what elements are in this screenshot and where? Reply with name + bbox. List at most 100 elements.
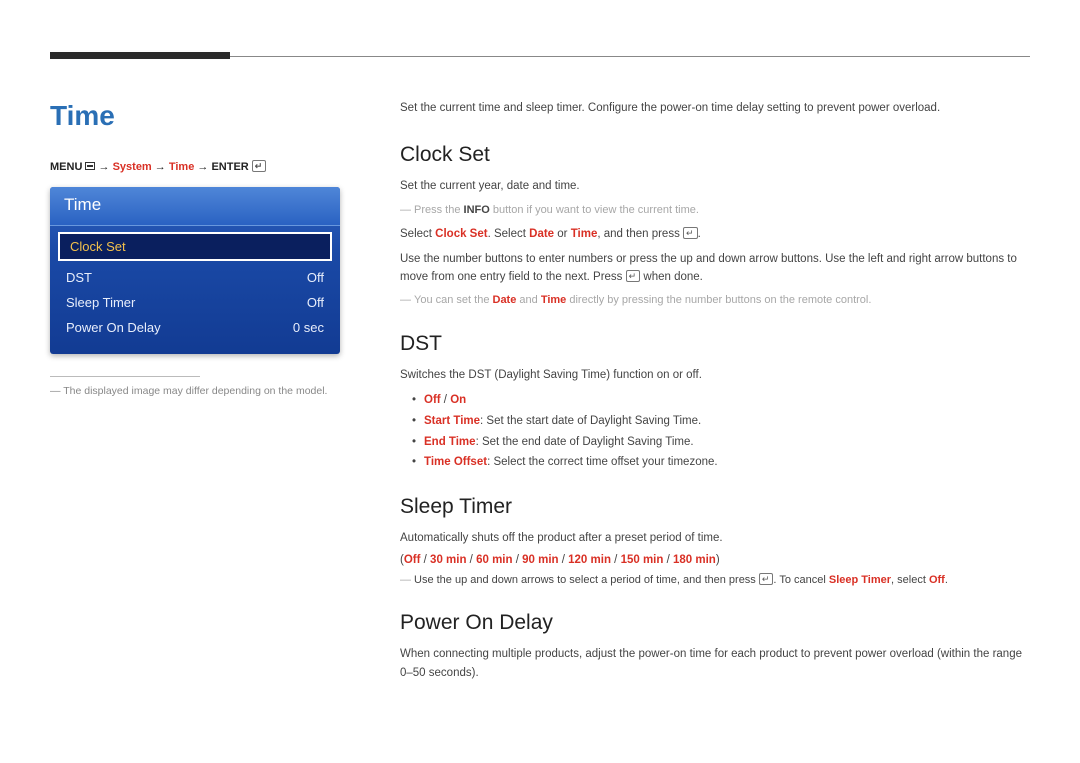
sleep-options: (Off / 30 min / 60 min / 90 min / 120 mi…	[400, 554, 1030, 566]
t: /	[611, 554, 621, 566]
t: . To cancel	[773, 574, 828, 586]
breadcrumb-arrow-3: →	[197, 161, 208, 173]
osd-item-label: Sleep Timer	[66, 295, 135, 310]
t: button if you want to view the current t…	[490, 204, 699, 216]
top-accent-bar	[50, 52, 230, 59]
osd-panel: Time Clock Set DST Off Sleep Timer Off P…	[50, 187, 340, 354]
clockset-tip1: Press the INFO button if you want to vie…	[400, 202, 1030, 220]
breadcrumb-enter: ENTER	[211, 161, 248, 173]
t: /	[420, 554, 430, 566]
t: Time	[571, 228, 598, 240]
osd-item-clockset[interactable]: Clock Set	[58, 232, 332, 261]
t: or	[554, 228, 571, 240]
osd-item-powerondelay[interactable]: Power On Delay 0 sec	[50, 315, 340, 340]
clockset-p3: Use the number buttons to enter numbers …	[400, 250, 1030, 287]
clockset-p1: Set the current year, date and time.	[400, 177, 1030, 195]
osd-item-label: Power On Delay	[66, 320, 161, 335]
osd-item-sleeptimer[interactable]: Sleep Timer Off	[50, 290, 340, 315]
breadcrumb-arrow-2: →	[155, 161, 166, 173]
t: Start Time	[424, 415, 480, 427]
t: Use the up and down arrows to select a p…	[414, 574, 759, 586]
t: Off	[404, 554, 421, 566]
t: Use the number buttons to enter numbers …	[400, 253, 1017, 283]
t: Clock Set	[435, 228, 487, 240]
enter-icon: ↵	[626, 270, 641, 282]
t: Time Offset	[424, 456, 487, 468]
t: /	[559, 554, 569, 566]
t: )	[716, 554, 720, 566]
t: : Set the end date of Daylight Saving Ti…	[476, 436, 694, 448]
t: Date	[529, 228, 554, 240]
breadcrumb-time: Time	[169, 161, 194, 173]
t: . Select	[488, 228, 530, 240]
osd-item-value: 0 sec	[293, 320, 324, 335]
breadcrumb-arrow-1: →	[99, 161, 110, 173]
dst-bullets: Off / On Start Time: Set the start date …	[400, 390, 1030, 473]
heading-dst: DST	[400, 332, 1030, 356]
t: , select	[891, 574, 929, 586]
heading-sleeptimer: Sleep Timer	[400, 495, 1030, 519]
osd-item-dst[interactable]: DST Off	[50, 265, 340, 290]
dst-bullet-end: End Time: Set the end date of Daylight S…	[412, 432, 1030, 453]
t: Time	[541, 294, 566, 306]
breadcrumb: MENU → System → Time → ENTER ↵	[50, 160, 350, 173]
t: Select	[400, 228, 435, 240]
t: /	[441, 394, 451, 406]
menu-icon	[85, 162, 95, 170]
osd-item-value: Off	[307, 270, 324, 285]
dst-bullet-start: Start Time: Set the start date of Daylig…	[412, 411, 1030, 432]
t: , and then press	[597, 228, 683, 240]
t: 120 min	[568, 554, 611, 566]
left-column: Time MENU → System → Time → ENTER ↵ Time…	[50, 100, 350, 704]
dst-bullet-offset: Time Offset: Select the correct time off…	[412, 452, 1030, 473]
dst-bullet-onoff: Off / On	[412, 390, 1030, 411]
section-powerondelay: Power On Delay When connecting multiple …	[400, 611, 1030, 682]
breadcrumb-system: System	[113, 161, 152, 173]
t: /	[663, 554, 673, 566]
t: 180 min	[673, 554, 716, 566]
t: directly by pressing the number buttons …	[566, 294, 871, 306]
dst-p1: Switches the DST (Daylight Saving Time) …	[400, 366, 1030, 384]
t: Sleep Timer	[829, 574, 891, 586]
t: : Select the correct time offset your ti…	[487, 456, 718, 468]
t: 60 min	[476, 554, 512, 566]
t: Date	[493, 294, 517, 306]
t: .	[945, 574, 948, 586]
intro-text: Set the current time and sleep timer. Co…	[400, 100, 1030, 117]
clockset-p2: Select Clock Set. Select Date or Time, a…	[400, 225, 1030, 243]
heading-powerondelay: Power On Delay	[400, 611, 1030, 635]
t: 150 min	[621, 554, 664, 566]
heading-clockset: Clock Set	[400, 143, 1030, 167]
left-divider	[50, 376, 200, 377]
t: /	[513, 554, 523, 566]
footnote-content: The displayed image may differ depending…	[63, 385, 327, 397]
osd-item-label: DST	[66, 270, 92, 285]
osd-item-value: Off	[307, 295, 324, 310]
breadcrumb-menu: MENU	[50, 161, 82, 173]
osd-title: Time	[50, 187, 340, 226]
section-sleeptimer: Sleep Timer Automatically shuts off the …	[400, 495, 1030, 589]
t: .	[698, 228, 701, 240]
osd-item-label: Clock Set	[70, 239, 126, 254]
powerondelay-p1: When connecting multiple products, adjus…	[400, 645, 1030, 682]
t: End Time	[424, 436, 476, 448]
t: 30 min	[430, 554, 466, 566]
t: 90 min	[522, 554, 558, 566]
t: when done.	[640, 271, 703, 283]
section-clockset: Clock Set Set the current year, date and…	[400, 143, 1030, 310]
t: Off	[424, 394, 441, 406]
clockset-tip2: You can set the Date and Time directly b…	[400, 292, 1030, 310]
right-column: Set the current time and sleep timer. Co…	[400, 100, 1030, 704]
enter-icon: ↵	[252, 160, 267, 172]
t: : Set the start date of Daylight Saving …	[480, 415, 701, 427]
t: Press the	[414, 204, 464, 216]
t: INFO	[464, 204, 490, 216]
t: and	[516, 294, 540, 306]
page-title: Time	[50, 100, 350, 132]
sleep-p1: Automatically shuts off the product afte…	[400, 529, 1030, 547]
enter-icon: ↵	[683, 227, 698, 239]
footnote-text: ― The displayed image may differ dependi…	[50, 385, 350, 397]
t: You can set the	[414, 294, 493, 306]
t: On	[450, 394, 466, 406]
sleep-tip: Use the up and down arrows to select a p…	[400, 572, 1030, 590]
